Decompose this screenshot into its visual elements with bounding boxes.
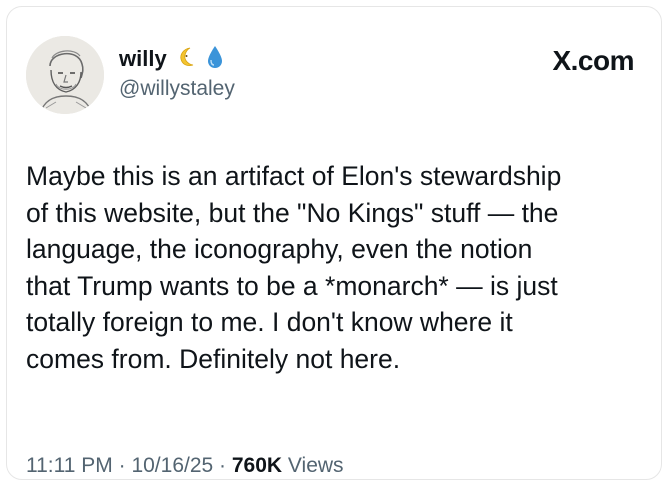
- tweet-body-text: Maybe this is an artifact of Elon's stew…: [26, 161, 562, 374]
- author-name-row: willy: [119, 43, 223, 75]
- tweet-date[interactable]: 10/16/25: [131, 454, 213, 478]
- tweet-metadata: 11:11 PM · 10/16/25 · 760K Views: [26, 454, 344, 478]
- display-name[interactable]: willy: [119, 46, 167, 72]
- views-count: 760K: [231, 454, 283, 477]
- tweet-card: willy @willystaley X.com Maybe this is a…: [6, 6, 662, 480]
- avatar[interactable]: [26, 36, 104, 114]
- meta-separator: ·: [213, 454, 232, 477]
- user-handle[interactable]: @willystaley: [119, 77, 235, 101]
- views-label: Views: [282, 454, 344, 477]
- droplet-emoji-icon: [207, 45, 223, 74]
- tweet-time[interactable]: 11:11 PM: [26, 454, 113, 478]
- avatar-sketch-icon: [26, 36, 104, 114]
- meta-separator: ·: [112, 454, 132, 477]
- brand-text: X.com: [552, 45, 634, 76]
- crescent-moon-emoji-icon: [177, 46, 197, 73]
- brand-logo: X.com: [552, 45, 634, 77]
